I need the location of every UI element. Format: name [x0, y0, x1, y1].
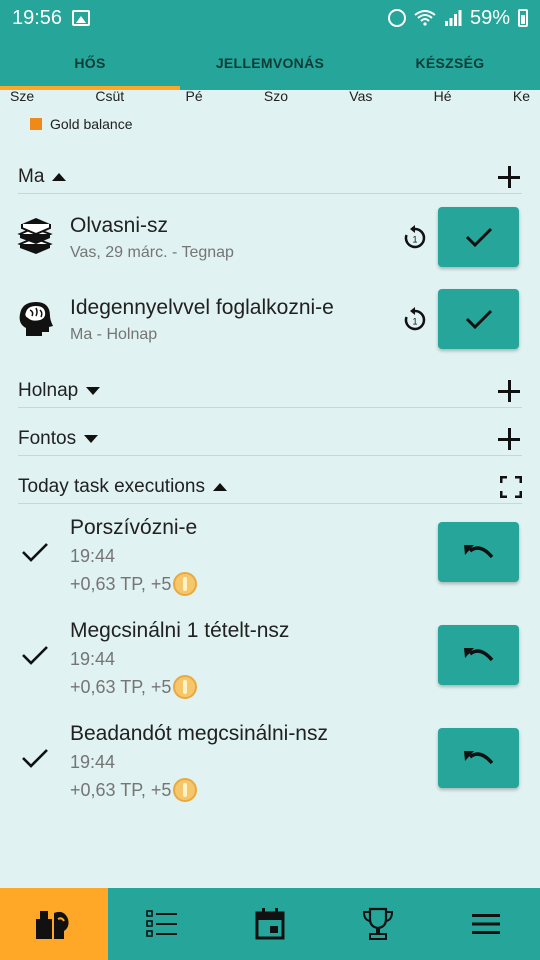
status-icons: 59%: [387, 6, 528, 30]
chart-day-labels: Sze Csüt Pé Szo Vas Hé Ke: [0, 88, 540, 106]
caret-down-icon: [84, 434, 99, 443]
signal-icon: [444, 10, 462, 26]
execution-title: Megcsinálni 1 tételt-nsz: [70, 619, 290, 642]
gold-coin-icon: [173, 778, 198, 802]
reschedule-icon[interactable]: 1: [402, 307, 428, 333]
day-label: Ke: [512, 88, 530, 104]
undo-icon: [463, 751, 493, 765]
battery-percent: 59%: [469, 6, 510, 29]
nav-tasks[interactable]: [108, 888, 216, 960]
execution-time: 19:44: [70, 546, 116, 566]
task-title[interactable]: Olvasni-sz: [70, 214, 168, 238]
nav-menu[interactable]: [432, 888, 540, 960]
hero-icon: [36, 911, 69, 939]
calendar-icon: [255, 908, 285, 940]
books-icon: [17, 218, 53, 254]
reward-text: +0,63 TP, +5: [70, 676, 172, 697]
section-tomorrow-label: Holnap: [18, 379, 79, 401]
execution-time: 19:44: [70, 649, 116, 669]
status-bar: 19:56 59%: [0, 0, 540, 36]
undo-button[interactable]: [438, 728, 519, 788]
task-list-icon: [146, 910, 177, 937]
task-subtitle: Vas, 29 márc. - Tegnap: [70, 244, 234, 261]
wifi-icon: [414, 10, 436, 26]
day-label: Vas: [349, 88, 373, 104]
day-label: Hé: [433, 88, 452, 104]
complete-task-button[interactable]: [438, 289, 519, 349]
check-icon: [22, 646, 48, 665]
undo-icon: [463, 545, 493, 559]
nav-achievements[interactable]: [324, 888, 432, 960]
tab-bar: HŐS JELLEMVONÁS KÉSZSÉG: [0, 36, 540, 90]
nav-hero[interactable]: [0, 888, 108, 960]
day-label: Pé: [185, 88, 203, 104]
svg-text:1: 1: [412, 235, 417, 245]
undo-button[interactable]: [438, 522, 519, 582]
section-today-label: Ma: [18, 165, 45, 187]
check-icon: [465, 227, 492, 248]
execution-reward: +0,63 TP, +5: [70, 675, 198, 699]
day-label: Csüt: [95, 88, 125, 104]
check-icon: [22, 543, 48, 562]
day-label: Szo: [263, 88, 289, 104]
section-important-header[interactable]: Fontos: [18, 422, 522, 456]
chart-legend: Gold balance: [30, 116, 133, 132]
menu-icon: [472, 914, 500, 934]
execution-reward: +0,63 TP, +5: [70, 572, 198, 596]
status-time: 19:56: [12, 6, 63, 29]
execution-title: Porszívózni-e: [70, 516, 198, 539]
nav-calendar[interactable]: [216, 888, 324, 960]
caret-up-icon: [212, 482, 227, 491]
complete-task-button[interactable]: [438, 207, 519, 267]
tab-traits[interactable]: JELLEMVONÁS: [180, 36, 360, 90]
fullscreen-icon[interactable]: [500, 475, 522, 498]
legend-swatch: [30, 118, 42, 130]
brain-head-icon: [19, 302, 54, 336]
section-executions-header[interactable]: Today task executions: [18, 470, 522, 504]
check-icon: [22, 749, 48, 768]
undo-icon: [463, 648, 493, 662]
tab-hero[interactable]: HŐS: [0, 36, 180, 90]
task-title[interactable]: Idegennyelvvel foglalkozni-e: [70, 296, 334, 320]
bottom-nav: [0, 888, 540, 960]
gallery-icon: [72, 10, 91, 26]
section-executions-label: Today task executions: [18, 475, 205, 497]
section-tomorrow-header[interactable]: Holnap: [18, 374, 522, 408]
check-icon: [465, 309, 492, 330]
undo-button[interactable]: [438, 625, 519, 685]
execution-reward: +0,63 TP, +5: [70, 778, 198, 802]
svg-text:1: 1: [412, 317, 417, 327]
legend-label: Gold balance: [50, 116, 133, 132]
gold-coin-icon: [173, 675, 198, 699]
add-tomorrow-task-button[interactable]: [496, 378, 522, 404]
section-important-label: Fontos: [18, 427, 77, 449]
reward-text: +0,63 TP, +5: [70, 573, 172, 594]
task-subtitle: Ma - Holnap: [70, 326, 158, 343]
trophy-icon: [362, 907, 394, 940]
add-important-task-button[interactable]: [496, 426, 522, 452]
tab-skills[interactable]: KÉSZSÉG: [360, 36, 540, 90]
caret-up-icon: [52, 172, 67, 181]
gold-coin-icon: [173, 572, 198, 596]
reschedule-icon[interactable]: 1: [402, 225, 428, 251]
execution-time: 19:44: [70, 752, 116, 772]
day-label: Sze: [10, 88, 35, 104]
reward-text: +0,63 TP, +5: [70, 779, 172, 800]
add-today-task-button[interactable]: [496, 164, 522, 190]
battery-icon: [518, 9, 528, 27]
execution-title: Beadandót megcsinálni-nsz: [70, 722, 328, 745]
caret-down-icon: [86, 386, 101, 395]
section-today-header[interactable]: Ma: [18, 160, 522, 194]
alarm-icon: [387, 9, 406, 27]
